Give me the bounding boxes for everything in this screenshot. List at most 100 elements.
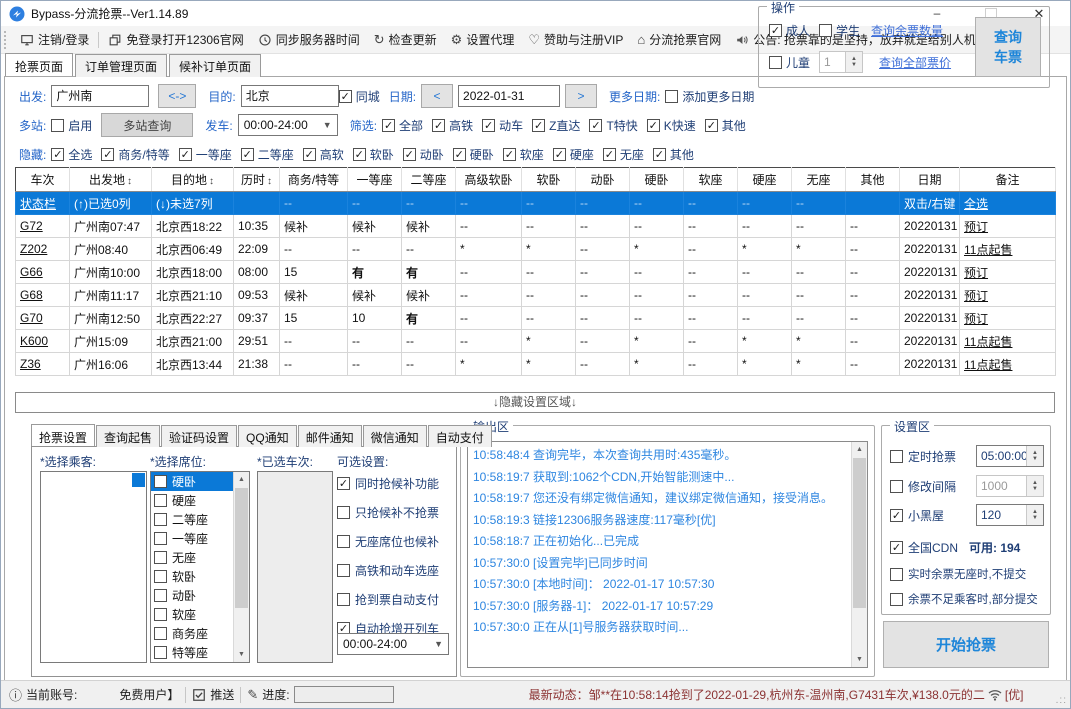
spinner-arrows-icon[interactable]: ▲ ▼ <box>1026 476 1043 496</box>
hide-9-checkbox[interactable]: ✓ 软座 <box>502 146 544 163</box>
child-count-spinner[interactable]: 1 ▲ ▼ <box>819 51 864 73</box>
date-prev-button[interactable]: < <box>421 84 454 108</box>
seat-item-商务座[interactable]: 商务座 <box>151 624 234 643</box>
col-header-11[interactable]: 硬卧 <box>629 167 684 192</box>
hide-10-checkbox[interactable]: ✓ 硬座 <box>552 146 594 163</box>
passenger-listbox[interactable] <box>40 471 147 663</box>
date-input[interactable]: 2022-01-31 <box>458 85 561 107</box>
col-header-9[interactable]: 软卧 <box>521 167 576 192</box>
checkbox[interactable]: ✓ <box>302 147 316 161</box>
settings-tab-5[interactable]: 邮件通知 <box>297 425 362 447</box>
train-link[interactable]: K600 <box>15 329 70 353</box>
train-link[interactable]: G68 <box>15 283 70 307</box>
checkbox[interactable]: ✓ <box>402 147 416 161</box>
checkbox[interactable]: ✓ <box>646 118 660 132</box>
main-tab-2[interactable]: 订单管理页面 <box>75 54 168 77</box>
checkbox[interactable] <box>890 592 903 606</box>
checkbox[interactable]: ✓ <box>552 147 566 161</box>
toolbar-item-2[interactable]: 免登录打开12306官网 <box>101 26 250 53</box>
toolbar-item-6[interactable]: ♡ 赞助与注册VIP <box>521 26 630 53</box>
seat-item-二等座[interactable]: 二等座 <box>151 510 234 529</box>
query-tickets-button[interactable]: 查询 车票 <box>975 17 1041 77</box>
train-row-Z202[interactable]: Z202 广州08:40 北京西06:49 22:09 -- -- -- * * -- * -- * * -… <box>15 237 1056 261</box>
checkbox[interactable] <box>154 646 167 659</box>
checkbox[interactable]: ✓ <box>382 118 396 132</box>
query-remaining-link[interactable]: 查询余票数量 <box>871 22 943 39</box>
scrollbar-thumb[interactable] <box>235 488 248 608</box>
checkbox[interactable] <box>154 551 167 564</box>
toolbar-item-1[interactable]: 注销/登录 <box>13 26 96 53</box>
hide-11-checkbox[interactable]: ✓ 无座 <box>602 146 644 163</box>
output-scrollbar[interactable]: ▲ ▼ <box>851 442 867 667</box>
interval-spinner[interactable]: 1000 ▲ ▼ <box>976 475 1044 497</box>
hide-7-checkbox[interactable]: ✓ 动卧 <box>402 146 444 163</box>
depart-time-select[interactable]: 00:00-24:00 ▼ <box>237 114 338 136</box>
checkbox[interactable]: ✓ <box>602 147 616 161</box>
filter-7-checkbox[interactable]: ✓ 其他 <box>704 117 746 134</box>
train-link[interactable]: G66 <box>15 260 70 284</box>
option-3[interactable]: 无座席位也候补 <box>337 533 439 550</box>
adult-checkbox[interactable]: ✓ 成人 <box>769 22 810 39</box>
col-header-6[interactable]: 一等座 <box>347 167 402 192</box>
settings-tab-6[interactable]: 微信通知 <box>362 425 427 447</box>
train-row-G72[interactable]: G72 广州南07:47 北京西18:22 10:35 候补 候补 候补 -- -- -- -- --… <box>15 214 1056 238</box>
note-link[interactable]: 11点起售 <box>959 329 1056 353</box>
checkbox[interactable]: ✓ <box>482 118 496 132</box>
toolbar-grip[interactable] <box>4 30 9 49</box>
checkbox[interactable] <box>337 535 350 548</box>
train-link[interactable]: Z36 <box>15 352 70 376</box>
filter-2-checkbox[interactable]: ✓ 高铁 <box>432 117 473 134</box>
hide-2-checkbox[interactable]: ✓ 商务/特等 <box>101 146 170 163</box>
checkbox[interactable] <box>890 480 903 493</box>
push-label[interactable]: 推送 <box>210 686 234 703</box>
checkbox[interactable] <box>154 494 167 507</box>
checkbox[interactable] <box>154 608 167 621</box>
start-grab-button[interactable]: 开始抢票 <box>883 621 1049 668</box>
checkbox[interactable] <box>154 513 167 526</box>
checkbox[interactable]: ✓ <box>338 89 352 103</box>
checkbox[interactable]: ✓ <box>532 118 546 132</box>
settings-tab-7[interactable]: 自动支付 <box>427 425 492 447</box>
train-row-G68[interactable]: G68 广州南11:17 北京西21:10 09:53 候补 候补 候补 -- -- -- -- --… <box>15 283 1056 307</box>
seat-item-软卧[interactable]: 软卧 <box>151 567 234 586</box>
note-link[interactable]: 预订 <box>959 214 1056 238</box>
option-1[interactable]: ✓ 同时抢候补功能 <box>337 475 439 492</box>
timed-grab-spinner[interactable]: 05:00:00 ▲ ▼ <box>976 445 1044 467</box>
seat-list-scrollbar[interactable]: ▲ ▼ <box>233 472 249 662</box>
checkbox[interactable]: ✓ <box>337 477 350 490</box>
student-checkbox[interactable]: 学生 <box>819 22 860 39</box>
hide-settings-divider[interactable]: ↓隐藏设置区域↓ <box>15 392 1055 413</box>
train-row-K600[interactable]: K600 广州15:09 北京西21:00 29:51 -- -- -- -- * -- * -- * *… <box>15 329 1056 353</box>
checkbox[interactable]: ✓ <box>890 509 903 522</box>
partial-submit-checkbox[interactable]: 余票不足乘客时,部分提交 <box>890 591 1038 607</box>
checkbox[interactable]: ✓ <box>704 118 718 132</box>
filter-4-checkbox[interactable]: ✓ Z直达 <box>532 117 580 134</box>
hide-6-checkbox[interactable]: ✓ 软卧 <box>352 146 394 163</box>
train-row-Z36[interactable]: Z36 广州16:06 北京西13:44 21:38 -- -- -- * * -- * -- * * --… <box>15 352 1056 376</box>
toolbar-item-5[interactable]: ⚙ 设置代理 <box>444 26 522 53</box>
checkbox[interactable] <box>337 564 350 577</box>
seat-item-动卧[interactable]: 动卧 <box>151 586 234 605</box>
checkbox[interactable] <box>337 593 350 606</box>
scroll-up-icon[interactable]: ▲ <box>852 442 867 457</box>
seat-listbox[interactable]: 硬卧 硬座 二等座 一等座 无座 软卧 动卧 软座 商务座 特等座 ▲ ▼ <box>150 471 250 663</box>
note-link[interactable]: 预订 <box>959 283 1056 307</box>
checkbox[interactable]: ✓ <box>240 147 254 161</box>
train-row-G70[interactable]: G70 广州南12:50 北京西22:27 09:37 15 10 有 -- -- -- -- -- -… <box>15 306 1056 330</box>
query-price-link[interactable]: 查询全部票价 <box>879 54 951 71</box>
main-tab-3[interactable]: 候补订单页面 <box>169 54 262 77</box>
main-tab-1[interactable]: 抢票页面 <box>5 53 74 76</box>
same-city-checkbox[interactable]: ✓ 同城 <box>338 88 380 105</box>
status-cell-17[interactable]: 全选 <box>959 191 1056 215</box>
checkbox[interactable] <box>819 23 833 37</box>
seat-item-无座[interactable]: 无座 <box>151 548 234 567</box>
hide-5-checkbox[interactable]: ✓ 高软 <box>302 146 344 163</box>
grab-time-range-select[interactable]: 00:00-24:00 ▼ <box>337 633 449 655</box>
enable-checkbox[interactable]: 启用 <box>51 117 92 134</box>
note-link[interactable]: 预订 <box>959 260 1056 284</box>
selected-trains-listbox[interactable] <box>257 471 333 663</box>
toolbar-item-7[interactable]: ⌂ 分流抢票官网 <box>630 26 728 53</box>
settings-tab-4[interactable]: QQ通知 <box>238 425 297 447</box>
spinner-arrows-icon[interactable]: ▲ ▼ <box>845 52 863 72</box>
scrollbar-thumb[interactable] <box>853 458 866 608</box>
